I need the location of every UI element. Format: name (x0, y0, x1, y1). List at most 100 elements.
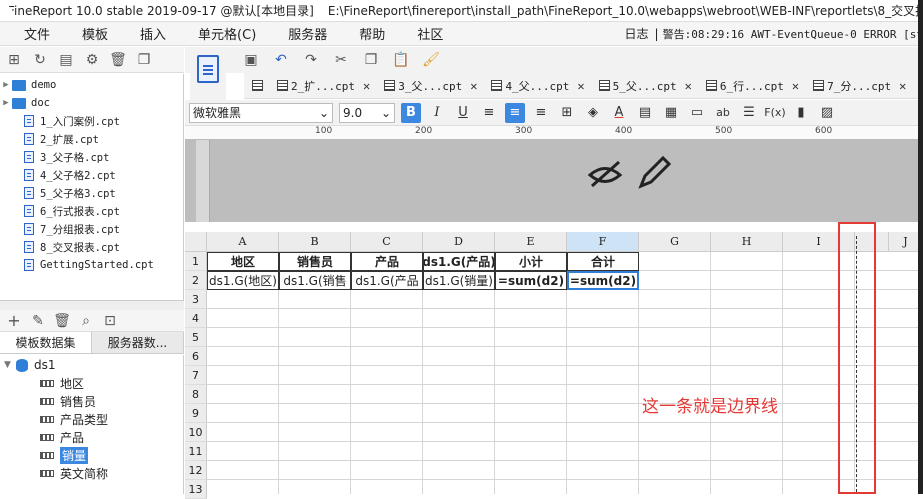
cell-f1[interactable]: 合计 (567, 252, 639, 271)
textfield-icon[interactable]: ▭ (687, 103, 707, 123)
menu-help[interactable]: 帮助 (343, 24, 401, 43)
row-header[interactable]: 2 (185, 271, 207, 290)
preview-icon[interactable]: ⌕ (78, 313, 94, 329)
log-button[interactable]: 日志 (625, 25, 649, 42)
copy-icon[interactable]: ❐ (136, 52, 152, 68)
field-item-selected[interactable]: 销量 (0, 446, 183, 464)
template-tab[interactable]: 7_分...cpt ✕ (805, 73, 912, 98)
grid-corner[interactable] (185, 232, 207, 252)
cut-icon[interactable]: ✂ (333, 52, 349, 68)
unmerge-icon[interactable]: ▦ (661, 103, 681, 123)
menu-template[interactable]: 模板 (66, 24, 124, 43)
add-dataset-icon[interactable]: + (6, 311, 22, 330)
tree-file[interactable]: 1_入门案例.cpt (0, 112, 183, 130)
menu-community[interactable]: 社区 (401, 24, 459, 43)
row-header[interactable]: 6 (185, 347, 207, 366)
tab-current[interactable] (244, 73, 269, 98)
row-header[interactable]: 13 (185, 480, 207, 499)
dataset-settings-icon[interactable]: ⊡ (102, 313, 118, 329)
font-family-select[interactable]: 微软雅黑 ⌄ (189, 102, 333, 123)
hidden-eye-icon[interactable] (587, 160, 623, 188)
cell-c1[interactable]: 产品 (351, 252, 423, 271)
formula-icon[interactable]: F(x) (764, 103, 785, 123)
cell-a2[interactable]: ds1.G(地区) (207, 271, 279, 290)
field-item[interactable]: 地区 (0, 374, 183, 392)
field-item[interactable]: 销售员 (0, 392, 183, 410)
format-painter-icon[interactable]: 🖌 (422, 52, 440, 68)
expand-arrow-icon[interactable]: ▶ (0, 80, 12, 90)
close-icon[interactable]: ✕ (899, 79, 906, 93)
template-tab[interactable]: 2_扩...cpt ✕ (269, 73, 376, 98)
paste-icon[interactable]: 📋 (392, 52, 409, 68)
tree-file[interactable]: 2_扩展.cpt (0, 130, 183, 148)
new-folder-icon[interactable]: ⊞ (6, 52, 22, 68)
close-icon[interactable]: ✕ (470, 79, 477, 93)
column-header[interactable]: G (639, 232, 711, 252)
redo-icon[interactable]: ↷ (303, 52, 319, 68)
underline-button[interactable]: U (453, 103, 473, 123)
field-item[interactable]: 产品 (0, 428, 183, 446)
merge-icon[interactable]: ▤ (635, 103, 655, 123)
expand-arrow-icon[interactable]: ▶ (0, 98, 12, 108)
close-icon[interactable]: ✕ (792, 79, 799, 93)
field-item[interactable]: 英文简称 (0, 464, 183, 482)
save-icon[interactable]: ▣ (243, 52, 259, 68)
tab-template-dataset[interactable]: 模板数据集 (0, 332, 92, 353)
template-tab[interactable]: 6_行...cpt ✕ (698, 73, 805, 98)
menu-server[interactable]: 服务器 (272, 24, 343, 43)
italic-button[interactable]: I (427, 103, 447, 123)
template-tab[interactable]: 3_父...cpt ✕ (376, 73, 483, 98)
tree-file[interactable]: 7_分组报表.cpt (0, 220, 183, 238)
font-color-icon[interactable]: A (609, 103, 629, 123)
close-icon[interactable]: ✕ (685, 79, 692, 93)
column-header[interactable]: E (495, 232, 567, 252)
column-header[interactable]: C (351, 232, 423, 252)
row-header[interactable]: 12 (185, 461, 207, 480)
row-header[interactable]: 5 (185, 328, 207, 347)
fill-color-icon[interactable]: ◈ (583, 103, 603, 123)
font-size-select[interactable]: 9.0 ⌄ (339, 102, 395, 123)
settings-icon[interactable]: ⚙ (84, 52, 100, 68)
edit-icon[interactable]: ✎ (30, 313, 46, 329)
menu-cell[interactable]: 单元格(C) (182, 24, 272, 43)
align-center-icon[interactable]: ≡ (505, 102, 525, 123)
delete-icon[interactable]: 🗑 (53, 313, 71, 329)
tree-file[interactable]: 6_行式报表.cpt (0, 202, 183, 220)
cell-d2[interactable]: ds1.G(销量) (423, 271, 495, 290)
image-icon[interactable]: ▨ (817, 103, 837, 123)
tree-file[interactable]: GettingStarted.cpt (0, 256, 183, 274)
tree-folder-doc[interactable]: ▶ doc (0, 94, 183, 112)
column-header[interactable]: H (711, 232, 783, 252)
rich-text-icon[interactable]: ☰ (739, 103, 759, 123)
cell-b1[interactable]: 销售员 (279, 252, 351, 271)
template-tab[interactable]: 5_父...cpt ✕ (591, 73, 698, 98)
column-header[interactable]: B (279, 232, 351, 252)
tree-file[interactable]: 4_父子格2.cpt (0, 166, 183, 184)
row-header[interactable]: 10 (185, 423, 207, 442)
cell-e1[interactable]: 小计 (495, 252, 567, 271)
dataset-node[interactable]: ▼ ds1 (0, 356, 183, 374)
close-icon[interactable]: ✕ (577, 79, 584, 93)
menu-insert[interactable]: 插入 (124, 24, 182, 43)
cell-d1[interactable]: ds1.G(产品) (423, 252, 495, 271)
tree-file[interactable]: 8_交叉报表.cpt (0, 238, 183, 256)
delete-icon[interactable]: 🗑 (109, 52, 127, 68)
tree-file[interactable]: 3_父子格.cpt (0, 148, 183, 166)
column-header[interactable]: D (423, 232, 495, 252)
bold-button[interactable]: B (401, 102, 421, 123)
cell-c2[interactable]: ds1.G(产品 (351, 271, 423, 290)
cell-f2-selected[interactable]: =sum(d2) (567, 271, 639, 290)
text-icon[interactable]: ab (713, 103, 733, 123)
cell-e2[interactable]: =sum(d2) (495, 271, 567, 290)
row-header[interactable]: 8 (185, 385, 207, 404)
view-icon[interactable]: ▤ (58, 52, 74, 68)
column-header[interactable]: A (207, 232, 279, 252)
row-header[interactable]: 7 (185, 366, 207, 385)
alert-message[interactable]: 警告:08:29:16 AWT-EventQueue-0 ERROR [st (663, 26, 923, 42)
collapse-arrow-icon[interactable]: ▼ (4, 360, 16, 370)
panel-divider[interactable] (0, 300, 184, 310)
tree-file[interactable]: 5_父子格3.cpt (0, 184, 183, 202)
chart-icon[interactable]: ▮ (791, 103, 811, 123)
row-header[interactable]: 1 (185, 252, 207, 271)
row-header[interactable]: 3 (185, 290, 207, 309)
